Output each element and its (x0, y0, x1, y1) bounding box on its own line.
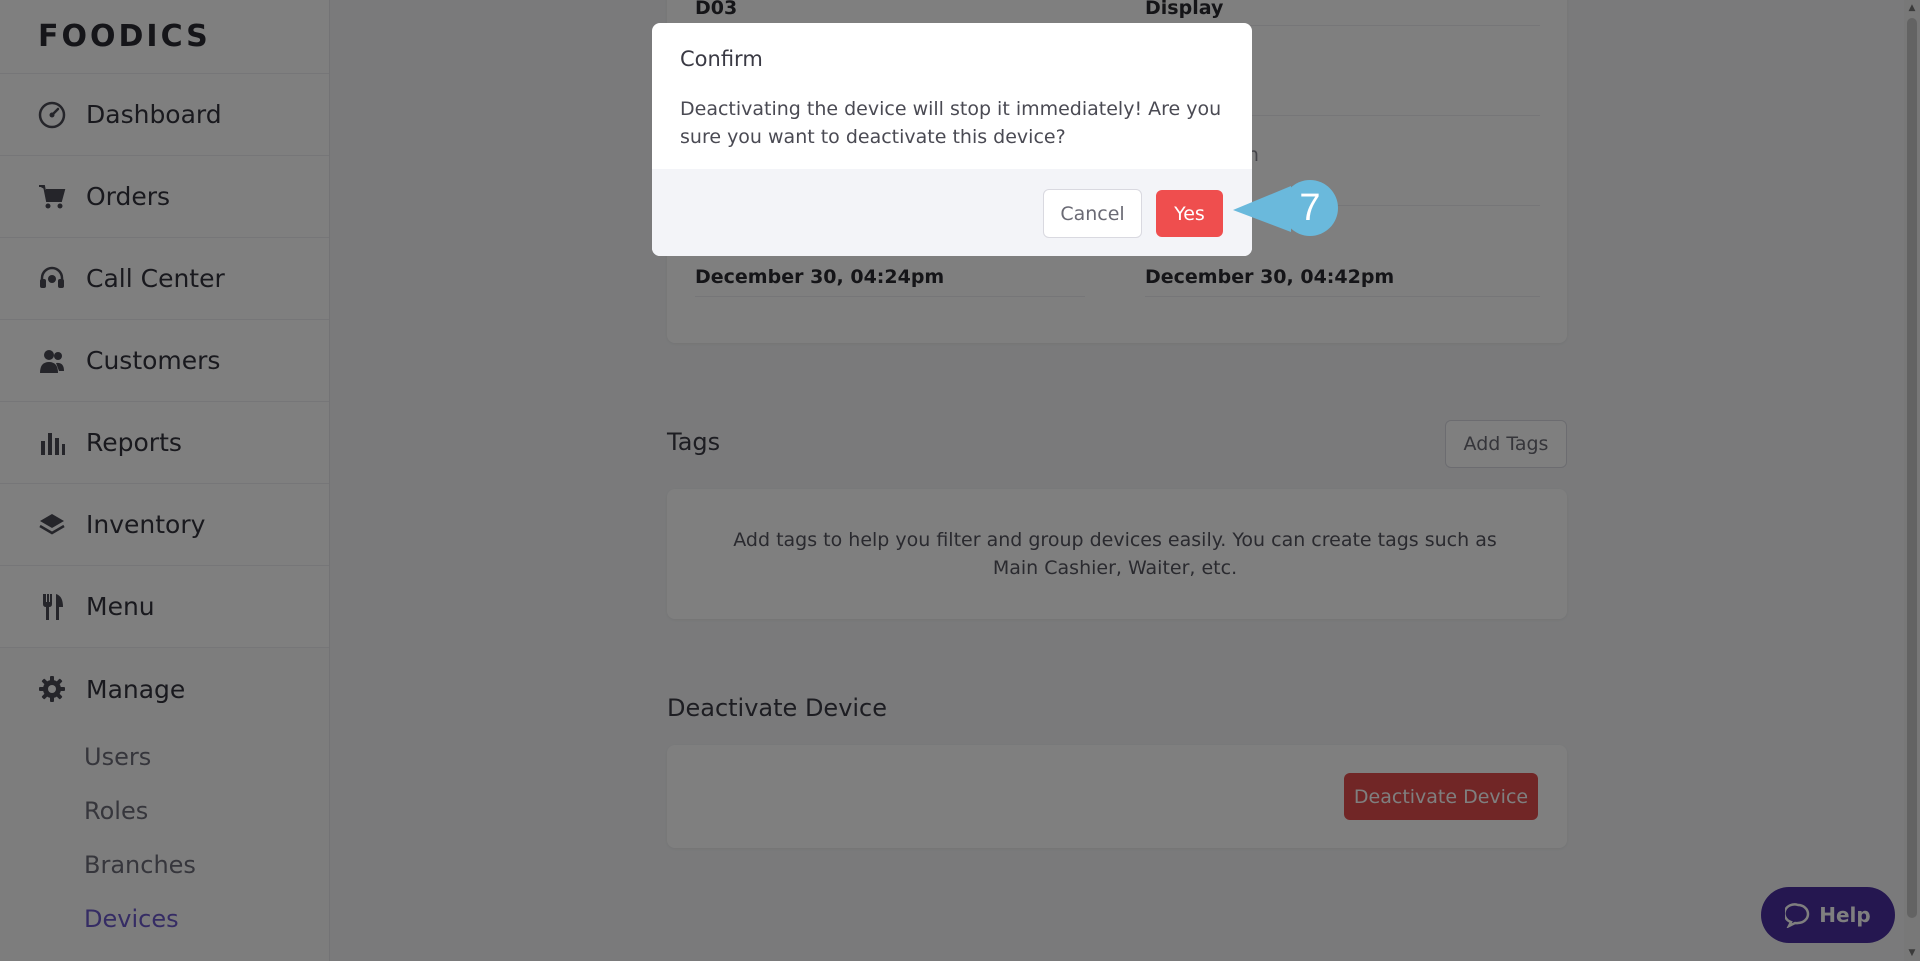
cancel-button[interactable]: Cancel (1043, 189, 1142, 238)
yes-button[interactable]: Yes (1156, 190, 1223, 237)
confirm-dialog: Confirm Deactivating the device will sto… (652, 23, 1252, 256)
dialog-title: Confirm (680, 47, 763, 71)
dialog-message: Deactivating the device will stop it imm… (680, 98, 1222, 148)
dialog-footer: Cancel Yes (652, 169, 1252, 256)
step-number: 7 (1282, 180, 1338, 236)
